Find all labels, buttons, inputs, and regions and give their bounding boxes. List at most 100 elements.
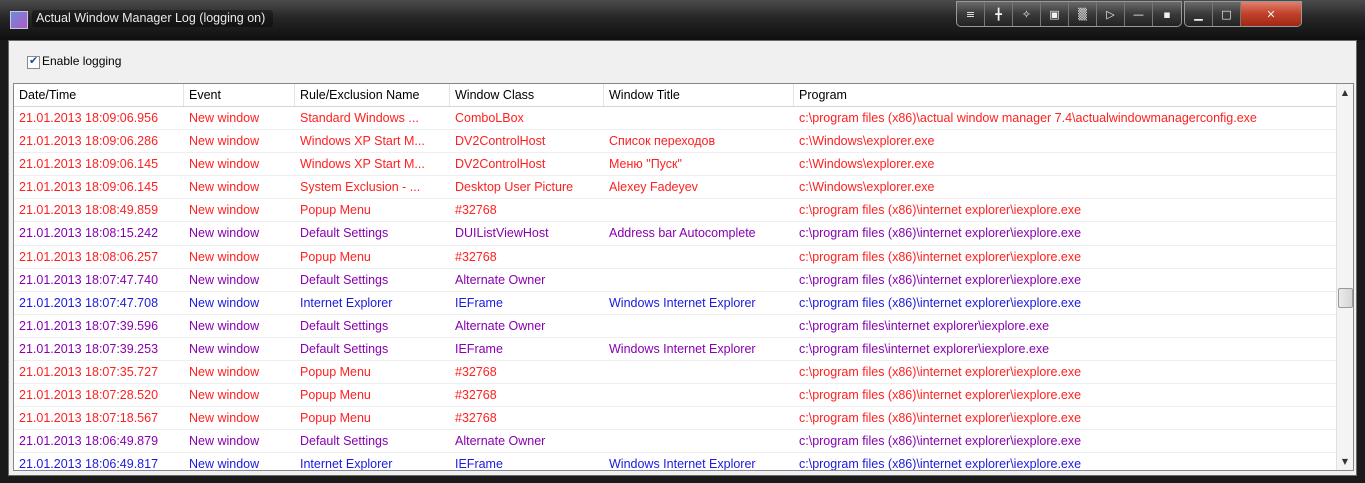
cell-datetime: 21.01.2013 18:09:06.286 [19,134,159,149]
scroll-up-icon[interactable]: ▲ [1337,84,1353,101]
cell-datetime: 21.01.2013 18:09:06.956 [19,111,159,125]
cell-event: New window [189,111,260,125]
transparency-icon[interactable]: ▒ [1069,2,1097,26]
cell-program: c:\program files (x86)\internet explorer… [799,457,1082,471]
cell-program: c:\program files (x86)\internet explorer… [799,249,1082,264]
cell-program: c:\program files (x86)\internet explorer… [799,295,1082,310]
table-row[interactable]: 21.01.2013 18:07:47.708 New window Interne… [14,292,1339,315]
cell-window-class: DV2ControlHost [455,157,546,172]
table-row[interactable]: 21.01.2013 18:07:18.567 New window Popup M… [14,407,1339,431]
cell-rule: Default Settings [300,434,389,449]
table-row[interactable]: 21.01.2013 18:09:06.145 New window System … [14,176,1339,200]
app-icon[interactable] [10,11,28,29]
options-bar: ✔ Enable logging [9,41,1356,77]
table-row[interactable]: 21.01.2013 18:08:49.859 New window Popup M… [14,199,1339,223]
table-row[interactable]: 21.01.2013 18:08:06.257 New window Popup M… [14,246,1339,269]
cell-program: c:\program files\internet explorer\iexpl… [799,318,1050,333]
cell-datetime: 21.01.2013 18:09:06.145 [19,180,159,195]
cell-datetime: 21.01.2013 18:07:28.520 [19,388,159,403]
cell-rule: Windows XP Start M... [300,157,425,172]
pin-icon[interactable]: ≡ [957,2,985,26]
cell-window-title: Windows Internet Explorer [609,341,756,356]
cell-rule: Standard Windows ... [300,111,419,125]
cell-event: New window [189,318,260,333]
checkmark-icon: ✔ [29,54,39,67]
cell-program: c:\program files (x86)\actual window man… [799,111,1257,125]
cell-window-class: #32768 [455,365,497,380]
cell-window-title [604,107,794,129]
cell-program: c:\program files (x86)\internet explorer… [799,272,1082,287]
window-title: Actual Window Manager Log (logging on) [32,10,274,27]
cell-window-title: Windows Internet Explorer [609,457,756,471]
ghost-icon[interactable]: ▪ [1153,2,1181,26]
cell-window-title [604,199,794,221]
roll-up-icon[interactable]: — [1125,2,1153,26]
cell-window-class: #32768 [455,203,497,218]
cell-rule: Default Settings [300,318,389,333]
log-table[interactable]: Date/Time Event Rule/Exclusion Name Wind… [13,83,1354,471]
cell-rule: System Exclusion - ... [300,180,421,195]
cell-window-class: ComboLBox [455,111,524,125]
table-header: Date/Time Event Rule/Exclusion Name Wind… [14,84,1339,107]
table-row[interactable]: 21.01.2013 18:07:47.740 New window Default… [14,269,1339,292]
maximize-icon[interactable]: □ [1213,2,1241,26]
aero-peek-icon[interactable]: ▷ [1097,2,1125,26]
cell-event: New window [189,203,260,218]
enable-logging-label[interactable]: Enable logging [42,54,121,68]
cell-window-class: Desktop User Picture [455,180,574,195]
cell-datetime: 21.01.2013 18:07:18.567 [19,411,159,426]
cell-event: New window [189,134,260,149]
cell-program: c:\Windows\explorer.exe [799,180,935,195]
column-header-program[interactable]: Program [794,84,1339,106]
cell-window-title [604,361,794,383]
cell-rule: Popup Menu [300,388,371,403]
table-row[interactable]: 21.01.2013 18:06:49.879 New window Default… [14,430,1339,454]
table-row[interactable]: 21.01.2013 18:09:06.286 New window Windows… [14,130,1339,154]
table-row[interactable]: 21.01.2013 18:07:28.520 New window Popup M… [14,384,1339,408]
minimize-to-tray-icon[interactable]: ▣ [1041,2,1069,26]
titlebar-buttons: ≡ ╋ ✧ ▣ ▒ ▷ — ▪ ▁ □ ✕ [956,1,1304,27]
column-header-rule[interactable]: Rule/Exclusion Name [295,84,450,106]
stay-on-top-icon[interactable]: ╋ [985,2,1013,26]
cell-window-class: IEFrame [455,341,503,356]
table-row[interactable]: 21.01.2013 18:09:06.956 New window Standar… [14,107,1339,131]
cell-window-title: Windows Internet Explorer [609,295,756,310]
table-body: 21.01.2013 18:09:06.956 New window Standar… [14,107,1339,471]
table-row[interactable]: 21.01.2013 18:07:35.727 New window Popup M… [14,361,1339,385]
scroll-thumb[interactable] [1338,288,1353,308]
cell-rule: Popup Menu [300,249,371,264]
cell-event: New window [189,411,260,426]
cell-window-class: DV2ControlHost [455,134,546,149]
column-header-window-class[interactable]: Window Class [450,84,604,106]
cell-window-class: Alternate Owner [455,318,546,333]
cell-rule: Default Settings [300,341,389,356]
cell-datetime: 21.01.2013 18:07:47.740 [19,272,159,287]
cell-rule: Default Settings [300,272,389,287]
column-header-window-title[interactable]: Window Title [604,84,794,106]
cell-event: New window [189,341,260,356]
table-row[interactable]: 21.01.2013 18:08:15.242 New window Default… [14,222,1339,246]
minimize-icon[interactable]: ▁ [1185,2,1213,26]
move-icon[interactable]: ✧ [1013,2,1041,26]
cell-window-class: #32768 [455,388,497,403]
close-icon[interactable]: ✕ [1241,2,1301,26]
title-bar[interactable]: Actual Window Manager Log (logging on) ≡… [0,0,1365,40]
cell-window-title [604,430,794,452]
vertical-scrollbar[interactable]: ▲ ▼ [1336,84,1353,470]
column-header-datetime[interactable]: Date/Time [14,84,184,106]
table-row[interactable]: 21.01.2013 18:09:06.145 New window Windows… [14,153,1339,177]
column-header-event[interactable]: Event [184,84,295,106]
table-row[interactable]: 21.01.2013 18:07:39.253 New window Default… [14,338,1339,362]
cell-datetime: 21.01.2013 18:06:49.817 [19,457,159,471]
cell-program: c:\Windows\explorer.exe [799,157,935,172]
cell-window-title [604,407,794,429]
enable-logging-checkbox[interactable]: ✔ [27,54,40,69]
cell-datetime: 21.01.2013 18:06:49.879 [19,434,159,449]
cell-rule: Popup Menu [300,365,371,380]
table-row[interactable]: 21.01.2013 18:07:39.596 New window Default… [14,315,1339,338]
table-row[interactable]: 21.01.2013 18:06:49.817 New window Interne… [14,453,1339,471]
cell-rule: Internet Explorer [300,295,393,310]
cell-event: New window [189,388,260,403]
cell-rule: Popup Menu [300,203,371,218]
scroll-down-icon[interactable]: ▼ [1337,453,1353,470]
